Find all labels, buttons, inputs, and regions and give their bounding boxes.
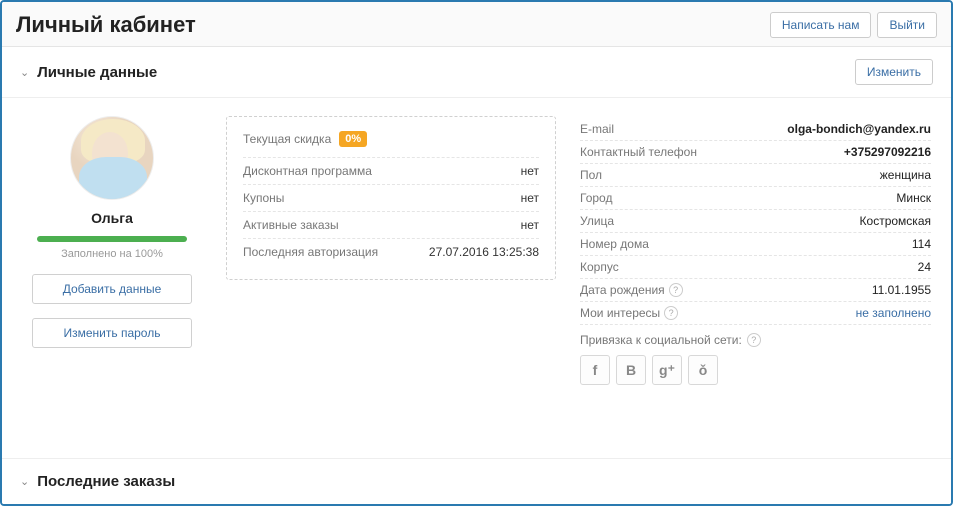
logout-button[interactable]: Выйти: [877, 12, 937, 38]
field-label-text: Дата рождения: [580, 283, 665, 297]
field-label-text: Мои интересы: [580, 306, 660, 320]
field-dob: Дата рождения ? 11.01.1955: [580, 279, 931, 302]
social-section: Привязка к социальной сети: ? f B g⁺ ǒ: [580, 325, 931, 389]
section-personal-toggle[interactable]: ⌄ Личные данные: [20, 64, 157, 81]
vkontakte-icon[interactable]: B: [616, 355, 646, 385]
social-icons: f B g⁺ ǒ: [580, 355, 931, 385]
field-block: Корпус 24: [580, 256, 931, 279]
section-orders-header[interactable]: ⌄ Последние заказы: [2, 458, 951, 504]
discount-summary-box: Текущая скидка 0% Дисконтная программа н…: [226, 116, 556, 280]
help-icon[interactable]: ?: [664, 306, 678, 320]
field-label: Город: [580, 191, 612, 205]
section-orders-title: Последние заказы: [37, 473, 175, 490]
discount-row-value: 27.07.2016 13:25:38: [429, 245, 539, 259]
field-street: Улица Костромская: [580, 210, 931, 233]
field-label: Корпус: [580, 260, 619, 274]
discount-row: Дисконтная программа нет: [243, 157, 539, 184]
help-icon[interactable]: ?: [747, 333, 761, 347]
field-phone: Контактный телефон +375297092216: [580, 141, 931, 164]
discount-row: Последняя авторизация 27.07.2016 13:25:3…: [243, 238, 539, 265]
discount-row-label: Дисконтная программа: [243, 164, 372, 178]
field-value-link[interactable]: не заполнено: [856, 306, 931, 320]
current-discount-label: Текущая скидка: [243, 132, 331, 146]
write-us-button[interactable]: Написать нам: [770, 12, 872, 38]
field-value: 114: [912, 237, 931, 251]
field-value: 11.01.1955: [872, 283, 931, 297]
account-window: Личный кабинет Написать нам Выйти ⌄ Личн…: [0, 0, 953, 506]
page-header: Личный кабинет Написать нам Выйти: [2, 2, 951, 47]
google-plus-icon[interactable]: g⁺: [652, 355, 682, 385]
personal-content: Ольга Заполнено на 100% Добавить данные …: [2, 98, 951, 419]
discount-row: Купоны нет: [243, 184, 539, 211]
current-discount-badge: 0%: [339, 131, 367, 147]
discount-row-value: нет: [521, 218, 539, 232]
field-label: Контактный телефон: [580, 145, 697, 159]
edit-personal-button[interactable]: Изменить: [855, 59, 933, 85]
add-data-button[interactable]: Добавить данные: [32, 274, 192, 304]
help-icon[interactable]: ?: [669, 283, 683, 297]
user-name: Ольга: [91, 210, 133, 226]
field-label: Дата рождения ?: [580, 283, 683, 297]
profile-sidebar: Ольга Заполнено на 100% Добавить данные …: [22, 116, 202, 389]
field-value: женщина: [880, 168, 931, 182]
field-value: Минск: [896, 191, 931, 205]
profile-fields: E-mail olga-bondich@yandex.ru Контактный…: [580, 116, 931, 389]
facebook-icon[interactable]: f: [580, 355, 610, 385]
chevron-down-icon: ⌄: [20, 66, 29, 79]
field-label: Мои интересы ?: [580, 306, 678, 320]
field-value: olga-bondich@yandex.ru: [787, 122, 931, 136]
discount-row-value: нет: [521, 164, 539, 178]
social-label: Привязка к социальной сети: ?: [580, 333, 931, 347]
discount-row-label: Последняя авторизация: [243, 245, 378, 259]
field-label: Пол: [580, 168, 602, 182]
field-label: E-mail: [580, 122, 614, 136]
field-interests: Мои интересы ? не заполнено: [580, 302, 931, 325]
odnoklassniki-icon[interactable]: ǒ: [688, 355, 718, 385]
field-value: 24: [918, 260, 931, 274]
field-house: Номер дома 114: [580, 233, 931, 256]
social-label-text: Привязка к социальной сети:: [580, 333, 742, 347]
header-actions: Написать нам Выйти: [770, 12, 937, 38]
field-gender: Пол женщина: [580, 164, 931, 187]
change-password-button[interactable]: Изменить пароль: [32, 318, 192, 348]
profile-completeness-fill: [37, 236, 187, 242]
avatar[interactable]: [70, 116, 154, 200]
field-value: Костромская: [860, 214, 931, 228]
section-personal-title: Личные данные: [37, 64, 157, 81]
field-email: E-mail olga-bondich@yandex.ru: [580, 118, 931, 141]
field-city: Город Минск: [580, 187, 931, 210]
discount-row-label: Активные заказы: [243, 218, 339, 232]
field-label: Улица: [580, 214, 614, 228]
profile-completeness-bar: [37, 236, 187, 242]
field-label: Номер дома: [580, 237, 649, 251]
discount-row-value: нет: [521, 191, 539, 205]
discount-row-label: Купоны: [243, 191, 284, 205]
page-title: Личный кабинет: [16, 12, 196, 38]
section-personal-header: ⌄ Личные данные Изменить: [2, 47, 951, 98]
chevron-down-icon: ⌄: [20, 475, 29, 488]
discount-row: Активные заказы нет: [243, 211, 539, 238]
profile-completeness-text: Заполнено на 100%: [61, 248, 163, 260]
field-value: +375297092216: [844, 145, 931, 159]
